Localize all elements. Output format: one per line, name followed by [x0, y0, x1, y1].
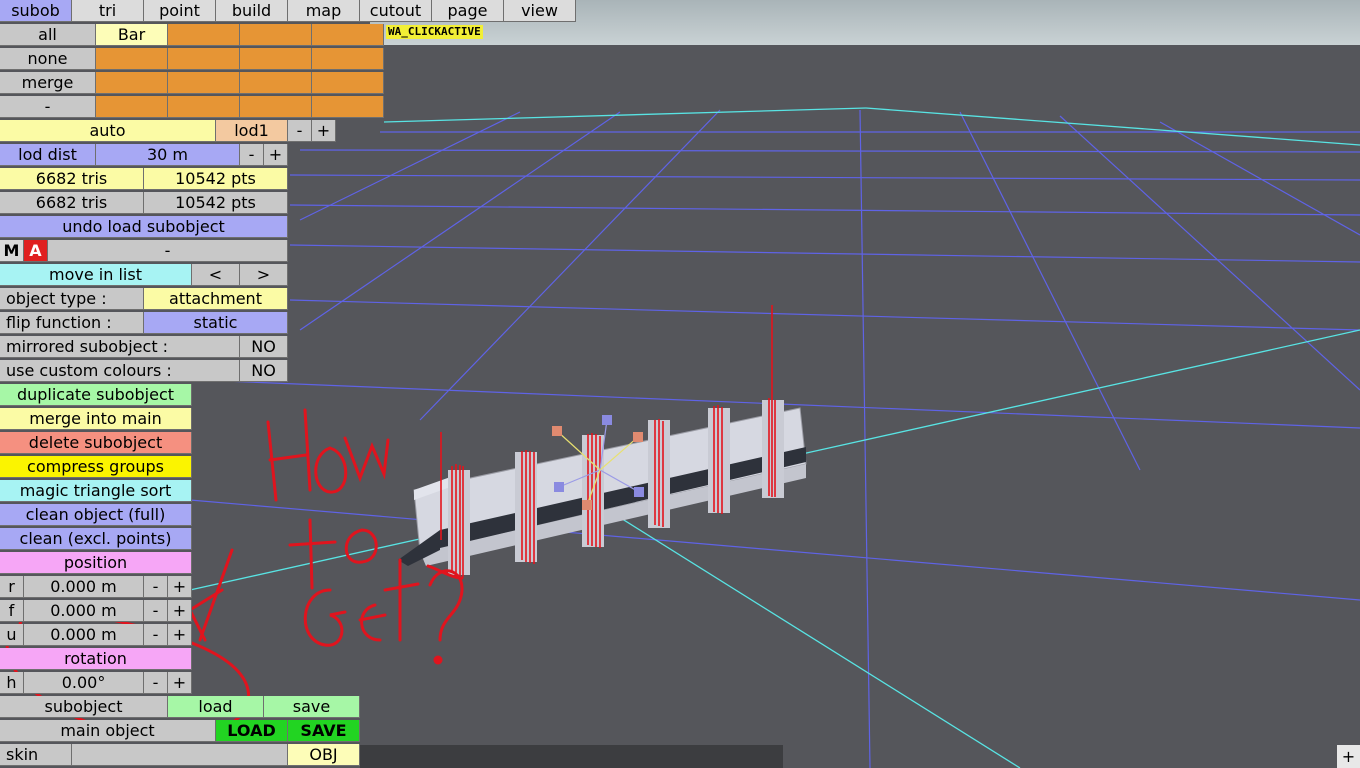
custom-colours-toggle[interactable]: NO [240, 360, 288, 382]
subobject-slot[interactable] [240, 48, 312, 70]
merge-button[interactable]: merge [0, 72, 96, 94]
a-toggle[interactable]: A [24, 240, 48, 262]
m-toggle[interactable]: M [0, 240, 24, 262]
lod-level[interactable]: lod1 [216, 120, 288, 142]
tris-count-total: 6682 tris [0, 192, 144, 214]
lod-plus-button[interactable]: + [312, 120, 336, 142]
subobject-slot[interactable] [96, 96, 168, 118]
custom-colours-label: use custom colours : [0, 360, 240, 382]
skin-label: skin [0, 744, 72, 766]
tab-cutout[interactable]: cutout [360, 0, 432, 22]
position-header: position [0, 552, 192, 574]
object-type-value[interactable]: attachment [144, 288, 288, 310]
corner-plus-button[interactable]: + [1337, 745, 1360, 768]
delete-subobject-button[interactable]: delete subobject [0, 432, 192, 454]
tris-count: 6682 tris [0, 168, 144, 190]
lod-minus-button[interactable]: - [288, 120, 312, 142]
pos-u-label: u [0, 624, 24, 646]
obj-export-button[interactable]: OBJ [288, 744, 360, 766]
subobject-slot[interactable] [96, 48, 168, 70]
tab-page[interactable]: page [432, 0, 504, 22]
dash-button[interactable]: - [0, 96, 96, 118]
skin-field[interactable] [72, 744, 288, 766]
subobject-slot[interactable] [168, 96, 240, 118]
rot-h-minus-button[interactable]: - [144, 672, 168, 694]
merge-into-main-button[interactable]: merge into main [0, 408, 192, 430]
main-object-label: main object [0, 720, 216, 742]
pos-r-label: r [0, 576, 24, 598]
material-field[interactable]: - [48, 240, 288, 262]
pos-u-minus-button[interactable]: - [144, 624, 168, 646]
mirrored-toggle[interactable]: NO [240, 336, 288, 358]
main-save-button[interactable]: SAVE [288, 720, 360, 742]
subobject-load-button[interactable]: load [168, 696, 264, 718]
subobject-slot[interactable] [240, 96, 312, 118]
pos-f-value[interactable]: 0.000 m [24, 600, 144, 622]
subobject-slot-bar[interactable]: Bar [96, 24, 168, 46]
select-all-button[interactable]: all [0, 24, 96, 46]
clean-object-full-button[interactable]: clean object (full) [0, 504, 192, 526]
subobject-save-button[interactable]: save [264, 696, 360, 718]
select-none-button[interactable]: none [0, 48, 96, 70]
pos-f-minus-button[interactable]: - [144, 600, 168, 622]
lod-dist-value[interactable]: 30 m [96, 144, 240, 166]
status-badge: WA_CLICKACTIVE [386, 25, 483, 39]
move-in-list-label: move in list [0, 264, 192, 286]
mirrored-label: mirrored subobject : [0, 336, 240, 358]
subobject-slot[interactable] [312, 96, 384, 118]
pos-r-plus-button[interactable]: + [168, 576, 192, 598]
clean-excl-points-button[interactable]: clean (excl. points) [0, 528, 192, 550]
lod-auto-button[interactable]: auto [0, 120, 216, 142]
subobject-slot[interactable] [168, 48, 240, 70]
subobject-slot[interactable] [312, 48, 384, 70]
move-next-button[interactable]: > [240, 264, 288, 286]
flip-function-value[interactable]: static [144, 312, 288, 334]
subobject-slot[interactable] [168, 72, 240, 94]
undo-button[interactable]: undo load subobject [0, 216, 288, 238]
pts-count-total: 10542 pts [144, 192, 288, 214]
pos-u-value[interactable]: 0.000 m [24, 624, 144, 646]
flip-function-label: flip function : [0, 312, 144, 334]
tab-point[interactable]: point [144, 0, 216, 22]
pts-count: 10542 pts [144, 168, 288, 190]
subobject-slot[interactable] [168, 24, 240, 46]
compress-groups-button[interactable]: compress groups [0, 456, 192, 478]
subobject-slot[interactable] [240, 72, 312, 94]
object-type-label: object type : [0, 288, 144, 310]
rot-h-plus-button[interactable]: + [168, 672, 192, 694]
pos-u-plus-button[interactable]: + [168, 624, 192, 646]
tab-view[interactable]: view [504, 0, 576, 22]
rotation-header: rotation [0, 648, 192, 670]
tab-build[interactable]: build [216, 0, 288, 22]
pos-r-value[interactable]: 0.000 m [24, 576, 144, 598]
magic-triangle-sort-button[interactable]: magic triangle sort [0, 480, 192, 502]
pos-r-minus-button[interactable]: - [144, 576, 168, 598]
pos-f-label: f [0, 600, 24, 622]
duplicate-subobject-button[interactable]: duplicate subobject [0, 384, 192, 406]
subobject-file-label: subobject [0, 696, 168, 718]
subobject-slot[interactable] [240, 24, 312, 46]
lod-dist-label: lod dist [0, 144, 96, 166]
lod-dist-plus-button[interactable]: + [264, 144, 288, 166]
move-prev-button[interactable]: < [192, 264, 240, 286]
rot-h-value[interactable]: 0.00° [24, 672, 144, 694]
tab-tri[interactable]: tri [72, 0, 144, 22]
tab-map[interactable]: map [288, 0, 360, 22]
main-load-button[interactable]: LOAD [216, 720, 288, 742]
tab-subob[interactable]: subob [0, 0, 72, 22]
lod-dist-minus-button[interactable]: - [240, 144, 264, 166]
pos-f-plus-button[interactable]: + [168, 600, 192, 622]
rot-h-label: h [0, 672, 24, 694]
subobject-slot[interactable] [312, 72, 384, 94]
bottom-status-bar [360, 745, 783, 768]
subobject-slot[interactable] [96, 72, 168, 94]
subobject-slot[interactable] [312, 24, 384, 46]
